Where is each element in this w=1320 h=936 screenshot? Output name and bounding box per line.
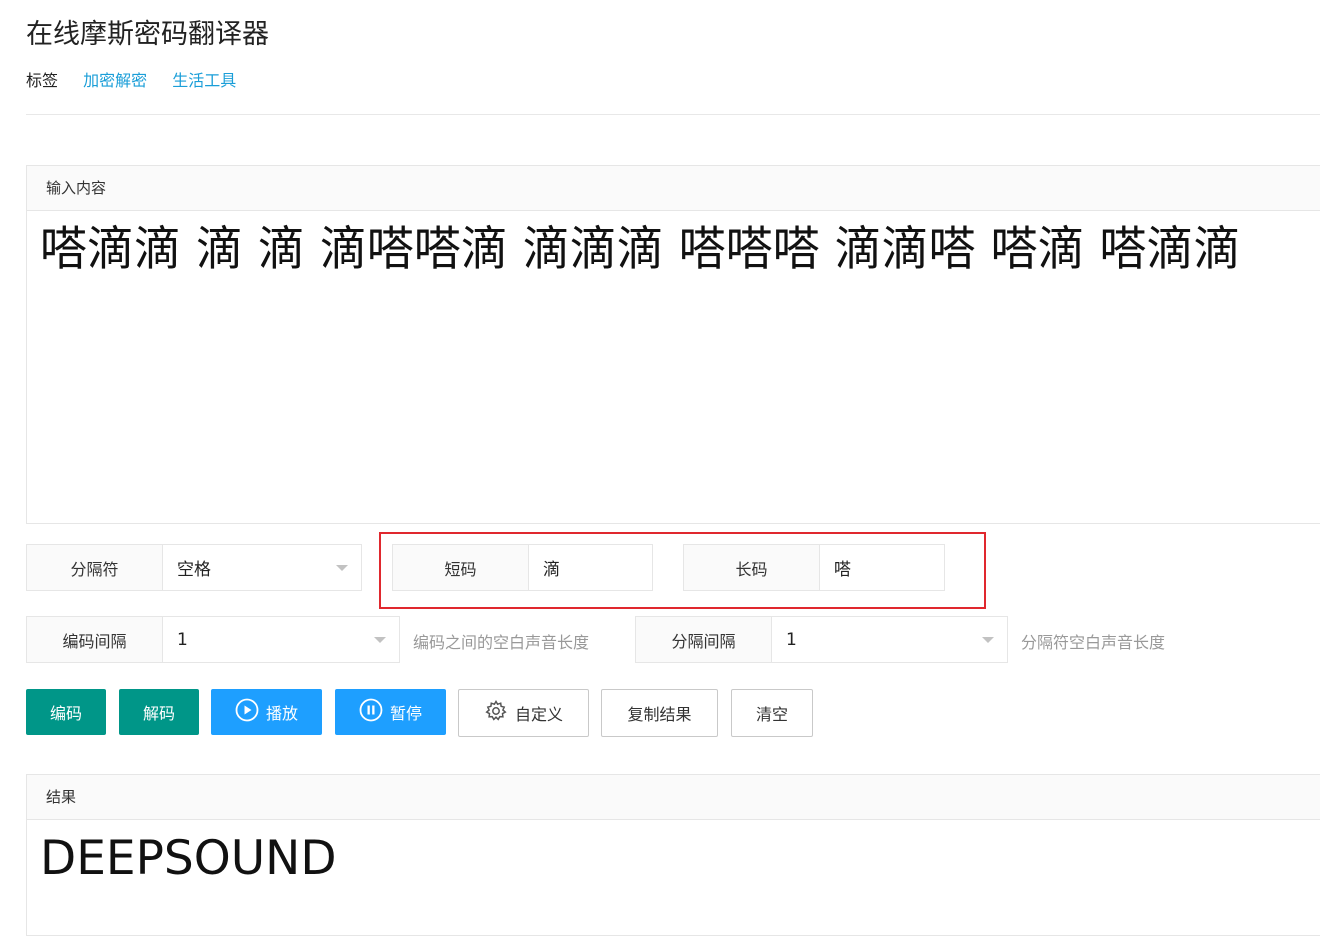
custom-button-label: 自定义 xyxy=(514,705,563,724)
separator-interval-value: 1 xyxy=(786,629,797,650)
chevron-down-icon xyxy=(336,564,348,571)
input-panel: 输入内容 嗒滴滴 滴 滴 滴嗒嗒滴 滴滴滴 嗒嗒嗒 滴滴嗒 嗒滴 嗒滴滴 xyxy=(26,165,1320,524)
tag-bar: 标签 加密解密 生活工具 xyxy=(26,67,256,91)
clear-button-label: 清空 xyxy=(755,705,788,724)
separator-interval-hint: 分隔符空白声音长度 xyxy=(1021,633,1166,652)
chevron-down-icon xyxy=(374,636,386,643)
separator-value: 空格 xyxy=(177,560,211,580)
decode-button-label: 解码 xyxy=(142,704,175,723)
code-interval-hint: 编码之间的空白声音长度 xyxy=(413,633,590,652)
divider xyxy=(26,114,1320,115)
pause-button-label: 暂停 xyxy=(389,704,422,723)
encode-button[interactable]: 编码 xyxy=(26,689,106,735)
decode-button[interactable]: 解码 xyxy=(119,689,199,735)
result-panel-header: 结果 xyxy=(27,775,1320,820)
chevron-down-icon xyxy=(982,636,994,643)
clear-button[interactable]: 清空 xyxy=(731,689,813,737)
page-title: 在线摩斯密码翻译器 xyxy=(26,19,269,50)
pause-button[interactable]: 暂停 xyxy=(335,689,446,735)
separator-field: 分隔符 空格 xyxy=(26,544,362,591)
code-interval-field: 编码间隔 1 xyxy=(26,616,400,663)
separator-label: 分隔符 xyxy=(27,545,163,590)
tag-link-life-tools[interactable]: 生活工具 xyxy=(172,71,236,90)
morse-input[interactable]: 嗒滴滴 滴 滴 滴嗒嗒滴 滴滴滴 嗒嗒嗒 滴滴嗒 嗒滴 嗒滴滴 xyxy=(27,211,1320,289)
gear-icon xyxy=(484,699,515,727)
result-panel: 结果 DEEPSOUND xyxy=(26,774,1320,936)
copy-result-button[interactable]: 复制结果 xyxy=(601,689,718,737)
play-button-label: 播放 xyxy=(265,704,298,723)
code-interval-select[interactable]: 1 xyxy=(163,617,399,662)
result-output[interactable]: DEEPSOUND xyxy=(27,820,1320,897)
separator-interval-select[interactable]: 1 xyxy=(772,617,1007,662)
separator-interval-label: 分隔间隔 xyxy=(636,617,772,662)
tag-link-encryption[interactable]: 加密解密 xyxy=(83,71,147,90)
tag-label: 标签 xyxy=(26,71,59,90)
copy-result-button-label: 复制结果 xyxy=(627,705,692,724)
code-interval-label: 编码间隔 xyxy=(27,617,163,662)
separator-select[interactable]: 空格 xyxy=(163,545,361,590)
custom-button[interactable]: 自定义 xyxy=(458,689,589,737)
code-interval-value: 1 xyxy=(177,629,188,650)
separator-interval-field: 分隔间隔 1 xyxy=(635,616,1008,663)
play-icon xyxy=(235,698,266,726)
encode-button-label: 编码 xyxy=(49,704,82,723)
input-panel-header: 输入内容 xyxy=(27,166,1320,211)
pause-icon xyxy=(359,698,390,726)
play-button[interactable]: 播放 xyxy=(211,689,322,735)
highlight-box xyxy=(379,532,986,609)
